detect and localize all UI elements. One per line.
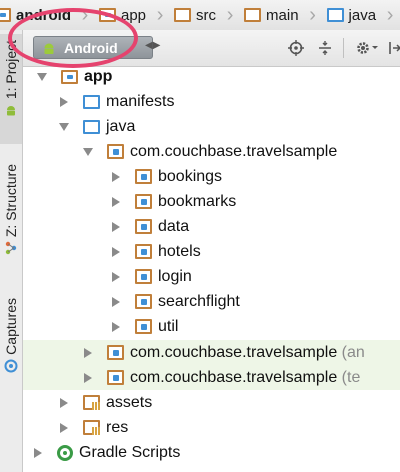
collapse-icon[interactable] [314, 37, 336, 59]
tree-row-login[interactable]: login [23, 264, 400, 289]
chevron-right-icon: › [226, 3, 234, 26]
collapse-arrow-icon[interactable] [59, 397, 69, 408]
tree-row-data[interactable]: data [23, 214, 400, 239]
tree-row-bookings[interactable]: bookings [23, 164, 400, 189]
tab-captures[interactable]: Captures [0, 292, 22, 398]
tree-row-package-androidtest[interactable]: com.couchbase.travelsample (an [23, 340, 400, 365]
breadcrumb: android › app › src › main › java › [0, 0, 400, 31]
collapse-arrow-icon[interactable] [83, 347, 93, 358]
package-icon [135, 244, 152, 259]
tree-row-app[interactable]: app [23, 67, 400, 89]
pin-icon[interactable] [384, 37, 400, 59]
package-icon [135, 219, 152, 234]
collapse-arrow-icon[interactable] [59, 96, 69, 107]
chevron-right-icon: › [309, 3, 316, 26]
folder-icon [244, 8, 262, 22]
tree-row-hotels[interactable]: hotels [23, 239, 400, 264]
module-folder-icon [61, 69, 78, 84]
capture-icon [4, 359, 18, 373]
collapse-arrow-icon[interactable] [111, 196, 121, 207]
tree-row-util[interactable]: util [23, 314, 400, 339]
package-icon [135, 294, 152, 309]
tab-project[interactable]: 1: Project [0, 34, 22, 144]
tree-row-gradle-scripts[interactable]: Gradle Scripts [23, 440, 400, 465]
breadcrumb-item-app[interactable]: app [93, 0, 154, 30]
package-icon [107, 144, 124, 159]
project-toolbar: Android ◀▶ [23, 30, 400, 67]
package-icon [135, 269, 152, 284]
android-icon [44, 43, 54, 54]
collapse-arrow-icon[interactable] [111, 171, 121, 182]
tool-window-strip: 1: Project Z: Structure Captures [0, 30, 23, 472]
collapse-arrow-icon[interactable] [111, 271, 121, 282]
project-view-select[interactable]: Android [33, 36, 153, 59]
folder-icon [83, 119, 100, 134]
project-tree: app manifests java com.couchbase.travels… [23, 67, 400, 472]
toolbar-divider [343, 38, 344, 58]
tree-row-java[interactable]: java [23, 114, 400, 139]
android-icon [7, 106, 15, 116]
folder-icon [0, 8, 11, 22]
tree-row-package-test[interactable]: com.couchbase.travelsample (te [23, 365, 400, 390]
tree-row-manifests[interactable]: manifests [23, 89, 400, 114]
expand-arrow-icon[interactable] [83, 147, 93, 157]
tree-row-res[interactable]: res [23, 415, 400, 440]
expand-arrow-icon[interactable] [37, 72, 47, 82]
breadcrumb-item-main[interactable]: main [238, 0, 307, 30]
tree-row-package[interactable]: com.couchbase.travelsample [23, 139, 400, 164]
gradle-icon [57, 444, 73, 461]
expand-arrow-icon[interactable] [59, 122, 69, 132]
tree-row-searchflight[interactable]: searchflight [23, 289, 400, 314]
collapse-arrow-icon[interactable] [111, 296, 121, 307]
chevron-right-icon: › [156, 3, 164, 26]
resource-folder-icon [83, 395, 100, 410]
collapse-arrow-icon[interactable] [111, 321, 121, 332]
chevron-right-icon: › [386, 3, 394, 26]
breadcrumb-item-java[interactable]: java [321, 0, 385, 30]
collapse-arrow-icon[interactable] [33, 447, 43, 458]
collapse-arrow-icon[interactable] [59, 422, 69, 433]
package-icon [107, 345, 124, 360]
package-icon [135, 319, 152, 334]
package-icon [107, 370, 124, 385]
resource-folder-icon [83, 420, 100, 435]
collapse-arrow-icon[interactable] [83, 372, 93, 383]
tab-structure[interactable]: Z: Structure [0, 158, 22, 288]
folder-icon [83, 94, 100, 109]
package-icon [135, 169, 152, 184]
tree-row-assets[interactable]: assets [23, 390, 400, 415]
breadcrumb-item-android[interactable]: android [0, 0, 79, 30]
structure-icon [5, 241, 17, 255]
folder-icon [174, 8, 192, 22]
target-icon[interactable] [285, 37, 307, 59]
view-spinner-icon[interactable]: ◀▶ [145, 41, 160, 51]
tree-row-bookmarks[interactable]: bookmarks [23, 189, 400, 214]
chevron-right-icon: › [81, 3, 89, 26]
collapse-arrow-icon[interactable] [111, 246, 121, 257]
folder-icon [326, 8, 344, 22]
breadcrumb-item-src[interactable]: src [168, 0, 224, 30]
gear-icon[interactable] [353, 37, 381, 59]
package-icon [135, 194, 152, 209]
collapse-arrow-icon[interactable] [111, 221, 121, 232]
folder-icon [99, 8, 116, 22]
